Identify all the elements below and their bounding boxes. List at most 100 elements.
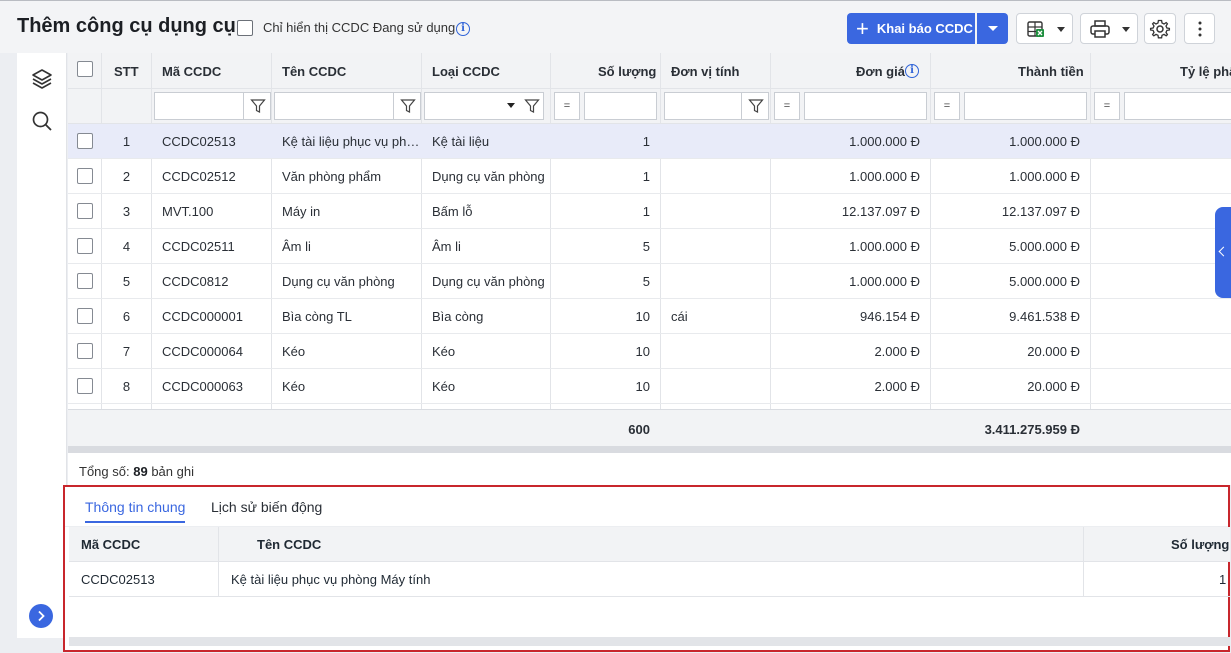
cell-stt: 6 — [122, 309, 131, 324]
qty-filter-input[interactable] — [584, 92, 657, 120]
cell-name: Bìa còng TL — [282, 309, 352, 324]
type-filter-select[interactable] — [424, 92, 544, 120]
code-filter-input[interactable] — [154, 92, 244, 120]
cell-price: 2.000 Đ — [874, 379, 920, 394]
excel-icon — [1027, 21, 1044, 37]
row-checkbox[interactable] — [77, 238, 93, 254]
cell-price: 1.000.000 Đ — [849, 274, 920, 289]
add-ccdc-dropdown-button[interactable] — [977, 13, 1008, 44]
cell-qty: 1 — [642, 204, 650, 219]
cell-type: Kéo — [432, 379, 456, 394]
cell-type: Bấm lỗ — [432, 204, 473, 219]
table-row[interactable]: 3 MVT.100 Máy in Bấm lỗ 1 12.137.097 Đ 12.137.… — [68, 194, 1231, 229]
qty-operator-button[interactable]: = — [554, 92, 580, 120]
layers-icon[interactable] — [30, 67, 54, 91]
cell-unit — [671, 124, 770, 159]
col-header-unit[interactable]: Đơn vị tính — [671, 64, 739, 79]
detail-horizontal-scrollbar[interactable] — [69, 637, 1230, 646]
print-button[interactable] — [1080, 13, 1138, 44]
code-filter-button[interactable] — [243, 92, 271, 120]
col-header-ratio[interactable]: Tỷ lệ phâ — [1180, 64, 1231, 79]
table-row[interactable]: 8 CCDC000063 Kéo Kéo 10 2.000 Đ 20.000 Đ — [68, 369, 1231, 404]
cell-unit — [671, 334, 770, 369]
select-all-checkbox[interactable] — [77, 61, 93, 77]
cell-amount: 1.000.000 Đ — [1009, 169, 1080, 184]
detail-tabs: Thông tin chung Lịch sử biến động — [65, 487, 1228, 527]
in-use-filter-checkbox[interactable] — [237, 20, 253, 36]
col-divider — [1083, 527, 1084, 597]
col-header-stt[interactable]: STT — [114, 64, 139, 79]
row-checkbox[interactable] — [77, 273, 93, 289]
col-header-type[interactable]: Loại CCDC — [432, 64, 500, 79]
chevron-down-icon — [1057, 27, 1065, 32]
in-use-filter-label[interactable]: Chỉ hiển thị CCDC Đang sử dụng — [263, 20, 455, 35]
price-info-icon[interactable]: i — [905, 64, 919, 78]
cell-name: Văn phòng phẩm — [282, 169, 382, 184]
price-filter-input[interactable] — [804, 92, 927, 120]
cell-unit — [671, 264, 770, 299]
left-sidebar — [17, 53, 67, 638]
price-operator-button[interactable]: = — [774, 92, 800, 120]
unit-filter-input[interactable] — [664, 92, 742, 120]
excel-export-button[interactable] — [1016, 13, 1073, 44]
expand-sidebar-button[interactable] — [29, 604, 53, 628]
cell-name: Dụng cụ văn phòng — [282, 274, 395, 289]
col-header-price[interactable]: Đơn giá — [856, 64, 905, 79]
table-row[interactable]: 7 CCDC000064 Kéo Kéo 10 2.000 Đ 20.000 Đ — [68, 334, 1231, 369]
grid-horizontal-scrollbar[interactable] — [68, 446, 1231, 453]
table-row[interactable]: 2 CCDC02512 Văn phòng phẩm Dụng cụ văn phòn… — [68, 159, 1231, 194]
name-filter-button[interactable] — [393, 92, 421, 120]
row-checkbox[interactable] — [77, 308, 93, 324]
table-row[interactable]: 6 CCDC000001 Bìa còng TL Bìa còng 10 cái 946.1… — [68, 299, 1231, 334]
cell-unit — [671, 194, 770, 229]
cell-qty: 10 — [635, 309, 650, 324]
cell-code: CCDC02512 — [162, 169, 236, 184]
ratio-filter-input[interactable] — [1124, 92, 1231, 120]
cell-stt: 1 — [122, 134, 131, 149]
detail-qty: 1 — [1219, 572, 1227, 587]
cell-qty: 5 — [642, 239, 650, 254]
col-header-name[interactable]: Tên CCDC — [282, 64, 346, 79]
table-row[interactable]: 5 CCDC0812 Dụng cụ văn phòng Dụng cụ văn ph… — [68, 264, 1231, 299]
cell-code: CCDC000064 — [162, 344, 243, 359]
more-vertical-icon — [1198, 21, 1202, 37]
amount-filter-input[interactable] — [964, 92, 1087, 120]
total-records-bar: Tổng số: 89 bản ghi — [68, 453, 1231, 485]
more-options-button[interactable] — [1184, 13, 1215, 44]
ratio-operator-button[interactable]: = — [1094, 92, 1120, 120]
name-filter-input[interactable] — [274, 92, 394, 120]
settings-button[interactable] — [1144, 13, 1176, 44]
summary-row: 600 3.411.275.959 Đ — [68, 409, 1231, 448]
table-row[interactable]: 1 CCDC02513 Kệ tài liệu phục vụ phòng Máy … — [68, 124, 1231, 159]
row-checkbox[interactable] — [77, 378, 93, 394]
col-header-code[interactable]: Mã CCDC — [162, 64, 221, 79]
cell-name: Âm li — [282, 239, 311, 254]
add-ccdc-button[interactable]: + Khai báo CCDC — [847, 13, 975, 44]
tab-change-history[interactable]: Lịch sử biến động — [211, 499, 322, 521]
cell-amount: 9.461.538 Đ — [1009, 309, 1080, 324]
row-checkbox[interactable] — [77, 133, 93, 149]
row-checkbox[interactable] — [77, 203, 93, 219]
unit-filter-button[interactable] — [741, 92, 769, 120]
filter-icon — [400, 99, 416, 113]
cell-code: MVT.100 — [162, 204, 214, 219]
col-header-qty[interactable]: Số lượng — [598, 64, 656, 79]
filter-icon[interactable] — [524, 98, 540, 114]
amount-operator-button[interactable]: = — [934, 92, 960, 120]
cell-unit — [671, 159, 770, 194]
cell-stt: 8 — [122, 379, 131, 394]
cell-stt: 7 — [122, 344, 131, 359]
plus-icon: + — [856, 15, 869, 41]
search-icon[interactable] — [30, 109, 54, 133]
filter-row: = = = = — [68, 89, 1231, 124]
row-checkbox[interactable] — [77, 168, 93, 184]
tab-general-info[interactable]: Thông tin chung — [85, 499, 186, 523]
table-row[interactable]: 4 CCDC02511 Âm li Âm li 5 1.000.000 Đ 5.000.00… — [68, 229, 1231, 264]
cell-name: Máy in — [282, 204, 321, 219]
cell-qty: 5 — [642, 274, 650, 289]
info-icon[interactable]: i — [456, 22, 470, 36]
cell-qty: 10 — [635, 379, 650, 394]
col-header-amount[interactable]: Thành tiền — [1018, 64, 1084, 79]
collapse-right-panel-tab[interactable] — [1215, 207, 1231, 298]
row-checkbox[interactable] — [77, 343, 93, 359]
